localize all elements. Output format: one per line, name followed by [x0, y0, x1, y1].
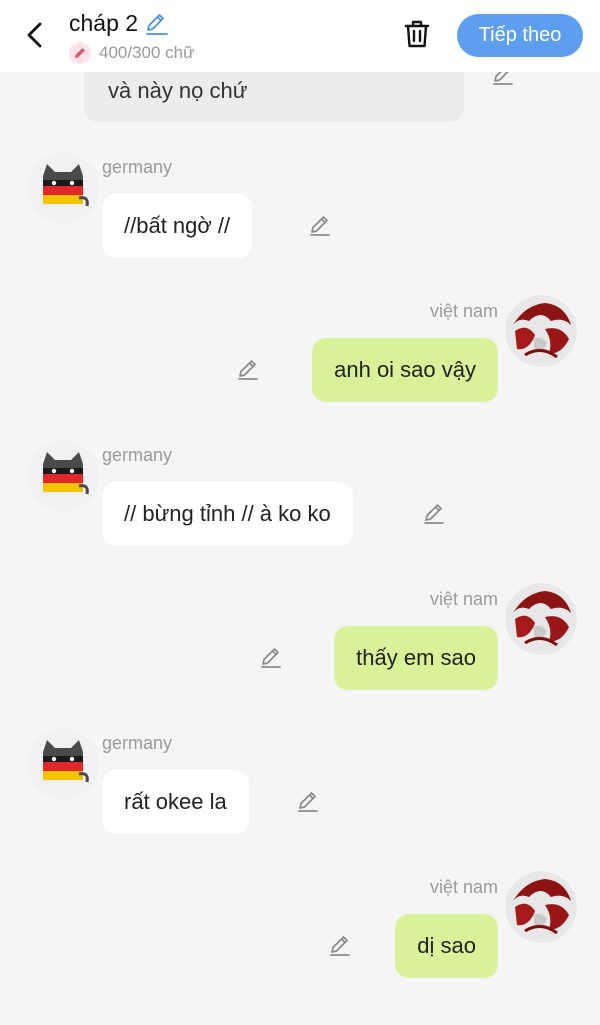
message-bubble[interactable]: //bất ngờ //: [102, 194, 253, 258]
avatar[interactable]: [27, 440, 99, 512]
sender-name: việt nam: [429, 301, 498, 321]
pencil-icon: [69, 42, 91, 64]
edit-message-icon[interactable]: [258, 645, 284, 671]
avatar[interactable]: [27, 152, 99, 224]
avatar[interactable]: [505, 583, 577, 655]
sender-name: germany: [102, 445, 173, 465]
avatar[interactable]: [27, 728, 99, 800]
sender-name: germany: [102, 733, 173, 753]
edit-message-icon[interactable]: [307, 213, 333, 239]
edit-message-icon[interactable]: [421, 501, 447, 527]
trash-icon[interactable]: [400, 17, 434, 51]
avatar[interactable]: [505, 871, 577, 943]
back-arrow-icon[interactable]: [20, 18, 50, 52]
sender-name: việt nam: [429, 589, 498, 609]
sender-name: germany: [102, 157, 173, 177]
edit-message-icon[interactable]: [327, 933, 353, 959]
edit-message-icon[interactable]: [295, 789, 321, 815]
message-bubble[interactable]: // bừng tỉnh // à ko ko: [102, 482, 353, 546]
title-row: cháp 2: [69, 10, 170, 37]
edit-message-icon[interactable]: [235, 357, 261, 383]
next-button[interactable]: Tiếp theo: [457, 14, 583, 57]
message-bubble[interactable]: dị sao: [395, 914, 498, 978]
message-bubble[interactable]: anh oi sao vậy: [312, 338, 498, 402]
message-bubble[interactable]: rất okee la: [102, 770, 249, 834]
avatar[interactable]: [505, 295, 577, 367]
message-bubble[interactable]: thấy em sao: [334, 626, 498, 690]
word-count-row: 400/300 chữ: [69, 42, 195, 64]
chapter-title[interactable]: cháp 2: [69, 10, 138, 37]
word-count: 400/300 chữ: [99, 43, 195, 62]
sender-name: việt nam: [429, 877, 498, 897]
edit-title-icon[interactable]: [144, 11, 170, 37]
top-bar: cháp 2 400/300 chữ Tiếp theo: [0, 0, 600, 72]
